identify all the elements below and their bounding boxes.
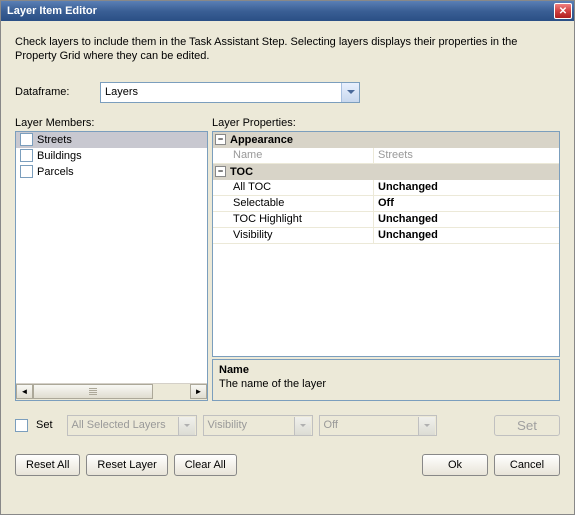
set-select-value: Off: [324, 419, 338, 431]
prop-row-selectable[interactable]: Selectable Off: [213, 196, 559, 212]
ok-button[interactable]: Ok: [422, 454, 488, 476]
clear-all-button[interactable]: Clear All: [174, 454, 237, 476]
set-row: Set All Selected Layers Visibility Off S…: [15, 411, 560, 440]
prop-name: Selectable: [213, 196, 373, 211]
description-title: Name: [219, 364, 553, 376]
members-list[interactable]: Streets Buildings Parcels: [16, 132, 207, 383]
instruction-text: Check layers to include them in the Task…: [15, 35, 560, 64]
set-property-select: Visibility: [203, 415, 313, 436]
prop-value: Unchanged: [373, 212, 559, 227]
member-item-streets[interactable]: Streets: [16, 132, 207, 148]
chevron-down-icon: [178, 417, 195, 435]
section-title: TOC: [230, 166, 253, 178]
set-checkbox-wrap[interactable]: Set: [15, 419, 53, 432]
set-button: Set: [494, 415, 560, 436]
properties-label: Layer Properties:: [212, 117, 560, 129]
set-select-value: Visibility: [208, 419, 248, 431]
section-title: Appearance: [230, 134, 293, 146]
prop-value: Streets: [373, 148, 559, 163]
members-label: Layer Members:: [15, 117, 212, 129]
dataframe-row: Dataframe:: [15, 82, 560, 103]
checkbox-streets[interactable]: [20, 133, 33, 146]
section-appearance[interactable]: − Appearance: [213, 132, 559, 148]
dialog-window: Layer Item Editor ✕ Check layers to incl…: [0, 0, 575, 515]
properties-panel: − Appearance Name Streets − TOC All TOC …: [212, 131, 560, 401]
member-item-parcels[interactable]: Parcels: [16, 164, 207, 180]
prop-name: Name: [213, 148, 373, 163]
section-toc[interactable]: − TOC: [213, 164, 559, 180]
horizontal-scrollbar[interactable]: ◄ ►: [16, 383, 207, 400]
set-value-select: Off: [319, 415, 437, 436]
scroll-right-button[interactable]: ►: [190, 384, 207, 399]
reset-all-button[interactable]: Reset All: [15, 454, 80, 476]
close-button[interactable]: ✕: [554, 3, 572, 19]
cancel-button[interactable]: Cancel: [494, 454, 560, 476]
collapse-icon[interactable]: −: [215, 166, 226, 177]
member-item-buildings[interactable]: Buildings: [16, 148, 207, 164]
chevron-down-icon: [294, 417, 311, 435]
prop-row-tochighlight[interactable]: TOC Highlight Unchanged: [213, 212, 559, 228]
panels: Streets Buildings Parcels ◄: [15, 131, 560, 401]
prop-name: All TOC: [213, 180, 373, 195]
scroll-track[interactable]: [33, 384, 190, 399]
content-area: Check layers to include them in the Task…: [1, 21, 574, 514]
scroll-left-button[interactable]: ◄: [16, 384, 33, 399]
columns-header: Layer Members: Layer Properties:: [15, 117, 560, 129]
chevron-down-icon: [418, 417, 435, 435]
prop-value: Unchanged: [373, 180, 559, 195]
prop-row-name[interactable]: Name Streets: [213, 148, 559, 164]
checkbox-buildings[interactable]: [20, 149, 33, 162]
member-label: Parcels: [37, 166, 74, 178]
window-title: Layer Item Editor: [7, 5, 97, 17]
dataframe-select[interactable]: [100, 82, 360, 103]
dataframe-label: Dataframe:: [15, 86, 100, 98]
titlebar: Layer Item Editor ✕: [1, 1, 574, 21]
description-text: The name of the layer: [219, 378, 553, 390]
description-panel: Name The name of the layer: [212, 359, 560, 401]
member-label: Streets: [37, 134, 72, 146]
set-checkbox[interactable]: [15, 419, 28, 432]
member-label: Buildings: [37, 150, 82, 162]
prop-row-visibility[interactable]: Visibility Unchanged: [213, 228, 559, 244]
set-checkbox-label: Set: [36, 419, 53, 431]
prop-name: Visibility: [213, 228, 373, 243]
reset-layer-button[interactable]: Reset Layer: [86, 454, 167, 476]
scroll-thumb[interactable]: [33, 384, 153, 399]
members-panel: Streets Buildings Parcels ◄: [15, 131, 208, 401]
close-icon: ✕: [559, 6, 567, 17]
prop-value: Unchanged: [373, 228, 559, 243]
dataframe-select-wrap: [100, 82, 360, 103]
bottom-button-row: Reset All Reset Layer Clear All Ok Cance…: [15, 454, 560, 476]
prop-value: Off: [373, 196, 559, 211]
set-select-value: All Selected Layers: [72, 419, 166, 431]
property-grid[interactable]: − Appearance Name Streets − TOC All TOC …: [212, 131, 560, 357]
prop-name: TOC Highlight: [213, 212, 373, 227]
checkbox-parcels[interactable]: [20, 165, 33, 178]
collapse-icon[interactable]: −: [215, 134, 226, 145]
prop-row-alltoc[interactable]: All TOC Unchanged: [213, 180, 559, 196]
set-layers-select: All Selected Layers: [67, 415, 197, 436]
